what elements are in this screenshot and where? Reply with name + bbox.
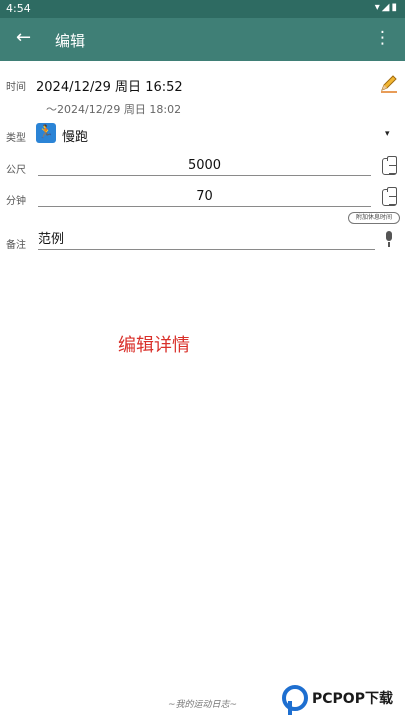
watermark-text: PCPOP下载 <box>312 691 393 707</box>
page-title: 编辑 <box>55 32 86 50</box>
type-value[interactable]: 慢跑 <box>62 126 88 145</box>
end-time[interactable]: ～2024/12/29 周日 18:02 <box>46 101 181 117</box>
start-time[interactable]: 2024/12/29 周日 16:52 <box>36 76 183 95</box>
status-bar: 4:54 ▾◢▮ <box>0 0 405 18</box>
type-label: 类型 <box>6 133 26 144</box>
microphone-icon[interactable] <box>383 231 395 249</box>
more-options-icon[interactable]: ⋮ <box>374 28 391 48</box>
status-indicators-icon: ▾◢▮ <box>374 2 399 13</box>
clipboard-icon[interactable] <box>382 187 397 206</box>
distance-label: 公尺 <box>6 165 26 176</box>
time-label: 时间 <box>6 82 26 93</box>
running-person-icon: 🏃 <box>36 123 56 143</box>
watermark-logo: PCPOP下载 <box>282 684 405 720</box>
note-input[interactable]: 范例 <box>38 230 375 250</box>
back-arrow-icon[interactable]: ← <box>16 28 31 48</box>
pencil-icon[interactable] <box>379 73 399 93</box>
duration-label: 分钟 <box>6 196 26 207</box>
status-time: 4:54 <box>6 2 31 15</box>
clipboard-icon[interactable] <box>382 156 397 175</box>
duration-input[interactable]: 70 <box>38 187 371 207</box>
distance-input[interactable]: 5000 <box>38 156 371 176</box>
app-bar: ← 编辑 ⋮ <box>0 18 405 61</box>
note-label: 备注 <box>6 240 26 251</box>
overlay-caption: 编辑详情 <box>118 335 190 356</box>
add-rest-time-button[interactable]: 附加休息时间 <box>348 212 400 224</box>
chevron-down-icon[interactable]: ▾ <box>385 129 390 139</box>
watermark-p-icon <box>282 685 308 715</box>
